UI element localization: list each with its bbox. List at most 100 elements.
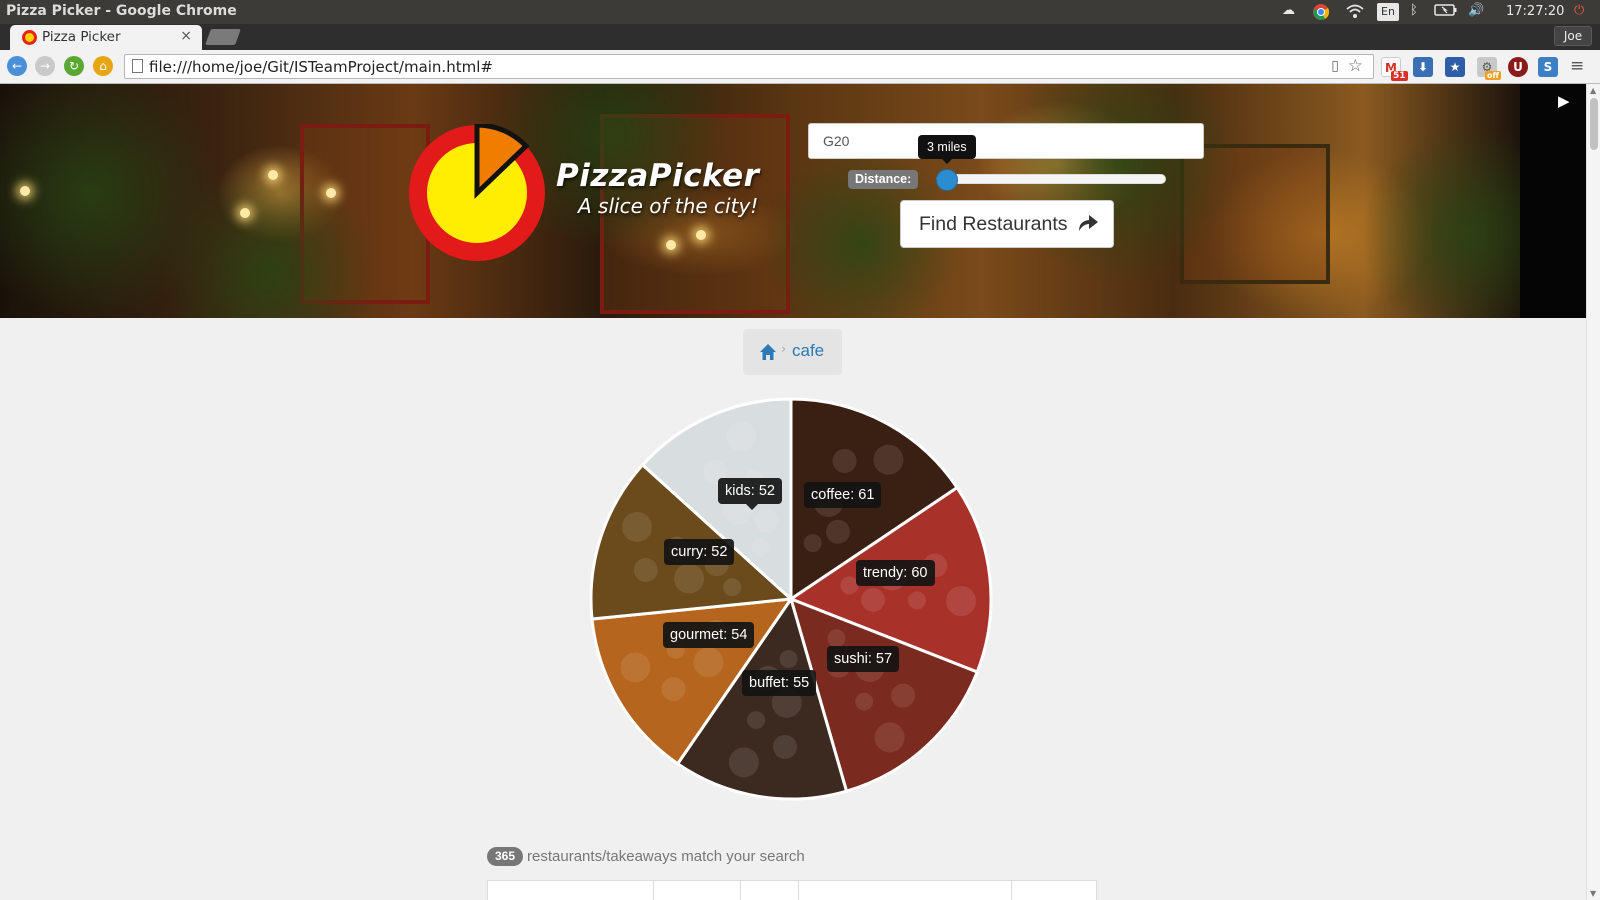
- pie-label-sushi[interactable]: sushi: 57: [827, 646, 900, 672]
- tab-pizza-picker[interactable]: Pizza Picker ×: [10, 25, 202, 50]
- table-column-divider: [740, 881, 741, 900]
- find-restaurants-button[interactable]: Find Restaurants: [900, 200, 1114, 248]
- download-extension-icon[interactable]: ⬇: [1413, 57, 1433, 77]
- pie-label-gourmet[interactable]: gourmet: 54: [663, 622, 755, 648]
- s-extension-icon[interactable]: S: [1538, 57, 1558, 77]
- pie-slice-texture: [693, 647, 724, 678]
- clock[interactable]: 17:27:20: [1506, 4, 1564, 19]
- url-text[interactable]: file:///home/joe/Git/ISTeamProject/main.…: [149, 58, 493, 76]
- volume-icon[interactable]: 🔊: [1468, 3, 1484, 21]
- pie-slice-texture: [620, 652, 651, 683]
- window-title: Pizza Picker - Google Chrome: [6, 3, 237, 19]
- pie-slice-texture: [825, 519, 850, 544]
- chrome-icon[interactable]: [1312, 3, 1330, 21]
- battery-icon[interactable]: [1434, 3, 1458, 21]
- tab-close-button[interactable]: ×: [180, 28, 192, 44]
- new-tab-button[interactable]: [205, 29, 241, 45]
- pie-slice-texture: [832, 449, 857, 474]
- pie-slice-texture: [726, 421, 757, 452]
- forward-button[interactable]: →: [35, 56, 55, 76]
- browser-toolbar: ← → ↻ ⌂ file:///home/joe/Git/ISTeamProje…: [0, 50, 1600, 84]
- cloud-icon[interactable]: ☁: [1282, 3, 1295, 21]
- category-pie-chart: coffee: 61 trendy: 60 sushi: 57 buffet: …: [586, 394, 996, 804]
- breadcrumb-separator: ›: [781, 342, 787, 357]
- keyboard-layout-indicator[interactable]: En: [1377, 3, 1399, 21]
- pie-slice-texture: [633, 557, 658, 582]
- gmail-unread-badge: 51: [1391, 71, 1408, 81]
- wifi-icon[interactable]: [1346, 3, 1364, 21]
- scroll-thumb[interactable]: [1590, 98, 1598, 150]
- profile-button[interactable]: Joe: [1554, 26, 1592, 46]
- address-bar[interactable]: file:///home/joe/Git/ISTeamProject/main.…: [124, 54, 1374, 79]
- pie-label-kids[interactable]: kids: 52: [718, 478, 782, 510]
- pie-slice-texture: [661, 677, 686, 702]
- pie-slice-texture: [674, 563, 705, 594]
- pie-slice-texture: [754, 508, 779, 533]
- pie-slice-texture: [751, 538, 770, 557]
- pie-slice-texture: [855, 692, 874, 711]
- extension-off-badge: off: [1485, 71, 1501, 80]
- pie-slice-texture: [723, 578, 742, 597]
- background-light: [326, 188, 336, 198]
- bookmark-star-icon[interactable]: ☆: [1348, 56, 1363, 76]
- pie-label-trendy[interactable]: trendy: 60: [856, 560, 935, 586]
- scroll-down-arrow-icon[interactable]: ▼: [1590, 889, 1596, 898]
- ublock-icon[interactable]: U: [1508, 57, 1528, 77]
- pie-slice-texture: [803, 534, 822, 553]
- results-summary: 365 restaurants/takeaways match your sear…: [487, 847, 805, 866]
- results-text: restaurants/takeaways match your search: [527, 848, 805, 865]
- menu-icon[interactable]: ≡: [1570, 56, 1584, 76]
- slide-next-button[interactable]: ▶: [1558, 92, 1570, 110]
- table-column-divider: [653, 881, 654, 900]
- breadcrumb: › cafe: [743, 329, 842, 375]
- find-restaurants-label: Find Restaurants: [919, 213, 1068, 235]
- reload-button[interactable]: ↻: [64, 56, 84, 76]
- pie-label-coffee[interactable]: coffee: 61: [804, 482, 882, 508]
- background-light: [696, 230, 706, 240]
- pie-slice-texture: [874, 722, 905, 753]
- pie-slice-texture: [945, 585, 976, 616]
- distance-slider-track[interactable]: [936, 174, 1166, 184]
- distance-slider-handle[interactable]: [936, 169, 958, 191]
- page-scrollbar[interactable]: ▲ ▼: [1586, 84, 1600, 900]
- postcode-input[interactable]: G20: [808, 123, 1204, 159]
- page-icon: [132, 59, 143, 73]
- brand-tagline: A slice of the city!: [578, 194, 759, 218]
- pie-slice-texture: [873, 444, 904, 475]
- distance-label: Distance:: [848, 170, 919, 189]
- reader-mode-icon[interactable]: ▯: [1331, 58, 1339, 74]
- pie-slice-texture: [772, 734, 797, 759]
- back-button[interactable]: ←: [7, 56, 27, 76]
- tab-strip: Pizza Picker × Joe: [0, 24, 1600, 50]
- pie-slice-texture: [622, 511, 653, 542]
- pie-label-buffet[interactable]: buffet: 55: [742, 670, 817, 696]
- background-light: [20, 186, 30, 196]
- os-top-bar: Pizza Picker - Google Chrome ☁ En ᛒ 🔊 17…: [0, 0, 1600, 24]
- home-button[interactable]: ⌂: [93, 56, 113, 76]
- power-icon[interactable]: ⏻: [1574, 3, 1584, 21]
- pie-label-curry[interactable]: curry: 52: [664, 539, 735, 565]
- pie-slice-texture: [779, 649, 798, 668]
- pie-slice-texture: [891, 683, 916, 708]
- hero-dark-edge: [1520, 84, 1586, 318]
- result-count-badge: 365: [487, 847, 524, 866]
- tab-title: Pizza Picker: [42, 29, 121, 45]
- background-light: [666, 240, 676, 250]
- breadcrumb-item-cafe[interactable]: cafe: [792, 341, 824, 361]
- page-viewport: ▶ PizzaPicker A slice of the city! G20 3…: [0, 84, 1586, 900]
- share-arrow-icon: [1079, 215, 1098, 231]
- pizza-favicon-icon: [22, 30, 37, 45]
- bluetooth-icon[interactable]: ᛒ: [1410, 3, 1418, 21]
- brand-name: PizzaPicker: [556, 158, 760, 194]
- hero-banner: ▶ PizzaPicker A slice of the city! G20 3…: [0, 84, 1586, 318]
- scroll-up-arrow-icon[interactable]: ▲: [1590, 86, 1596, 95]
- pie-svg: [589, 397, 993, 801]
- distance-tooltip: 3 miles: [918, 135, 976, 164]
- home-icon[interactable]: [759, 343, 777, 361]
- pie-slice-texture: [728, 747, 759, 778]
- background-light: [240, 208, 250, 218]
- bookmarks-extension-icon[interactable]: ★: [1445, 57, 1465, 77]
- background-light: [268, 170, 278, 180]
- pie-slice-texture: [747, 711, 766, 730]
- pizza-picker-logo-icon: [409, 124, 545, 261]
